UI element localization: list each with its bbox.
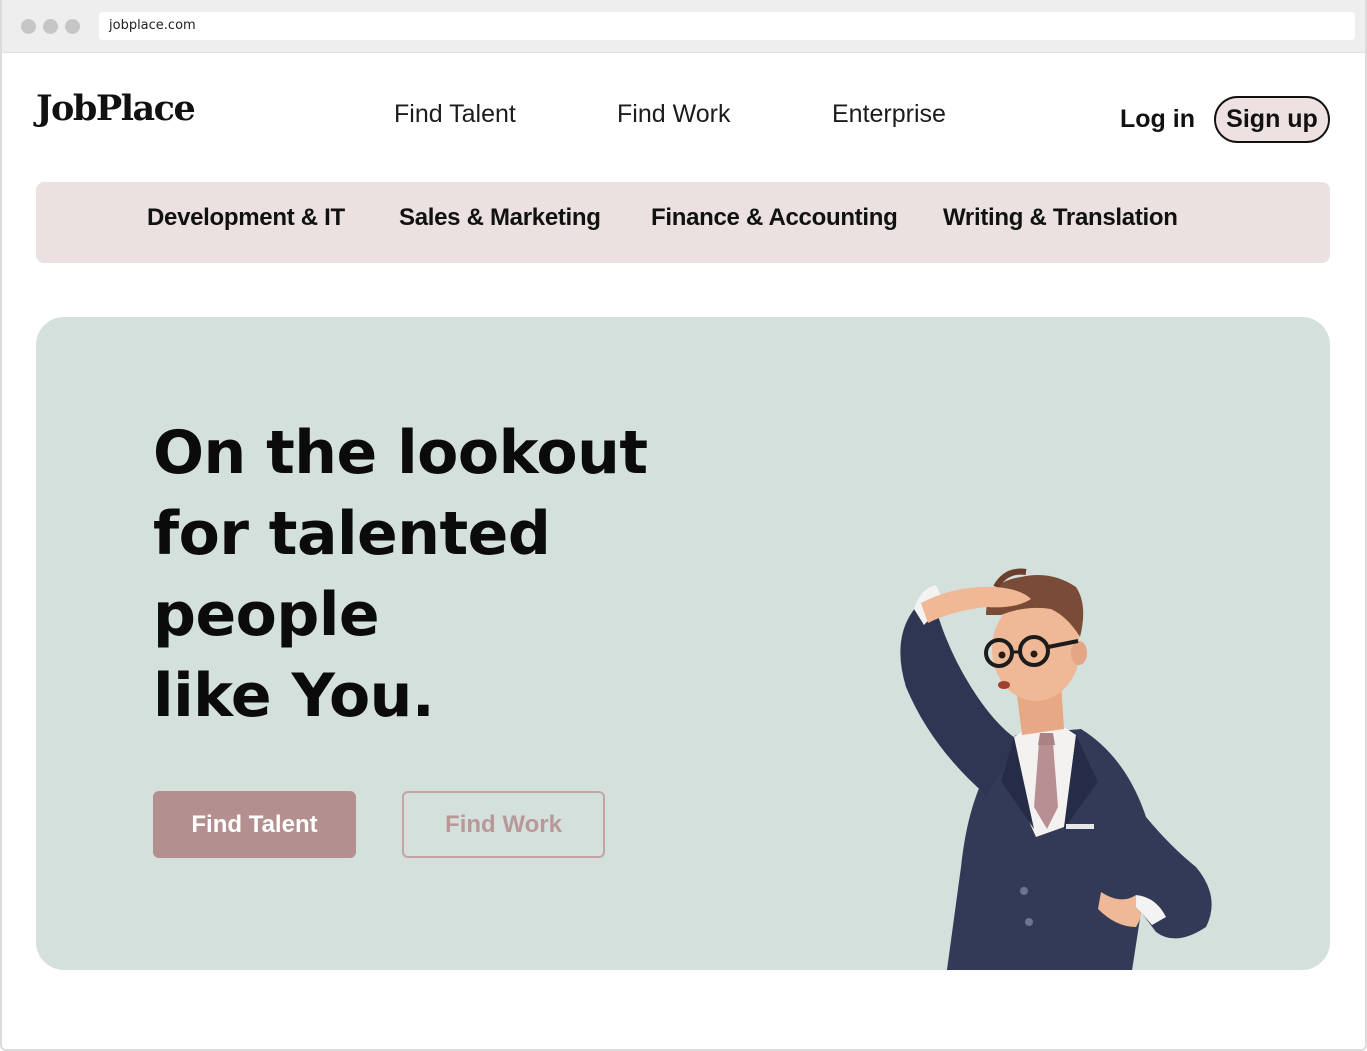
category-development-it[interactable]: Development & IT (147, 204, 345, 232)
find-talent-button[interactable]: Find Talent (153, 791, 356, 858)
signup-button[interactable]: Sign up (1214, 96, 1330, 143)
find-work-button[interactable]: Find Work (402, 791, 605, 858)
headline-line: for talented (153, 499, 551, 569)
window-maximize-dot[interactable] (65, 19, 80, 34)
headline-line: people (153, 580, 380, 650)
hero-section: On the lookout for talented people like … (36, 317, 1330, 970)
window-close-dot[interactable] (21, 19, 36, 34)
nav-enterprise[interactable]: Enterprise (832, 100, 946, 129)
businessman-illustration (900, 568, 1212, 970)
category-finance-accounting[interactable]: Finance & Accounting (651, 204, 898, 232)
address-bar[interactable]: jobplace.com (99, 12, 1355, 40)
category-sales-marketing[interactable]: Sales & Marketing (399, 204, 601, 232)
category-bar: Development & IT Sales & Marketing Finan… (36, 182, 1330, 263)
site-logo[interactable]: JobPlace (36, 88, 196, 129)
browser-chrome: jobplace.com (2, 0, 1365, 53)
hero-headline: On the lookout for talented people like … (153, 413, 773, 737)
headline-line: like You. (153, 661, 435, 731)
login-link[interactable]: Log in (1120, 105, 1195, 134)
window-minimize-dot[interactable] (43, 19, 58, 34)
headline-line: On the lookout (153, 418, 648, 488)
nav-find-talent[interactable]: Find Talent (394, 100, 516, 129)
browser-window: jobplace.com JobPlace Find Talent Find W… (0, 0, 1367, 1051)
nav-find-work[interactable]: Find Work (617, 100, 730, 129)
category-writing-translation[interactable]: Writing & Translation (943, 204, 1178, 232)
